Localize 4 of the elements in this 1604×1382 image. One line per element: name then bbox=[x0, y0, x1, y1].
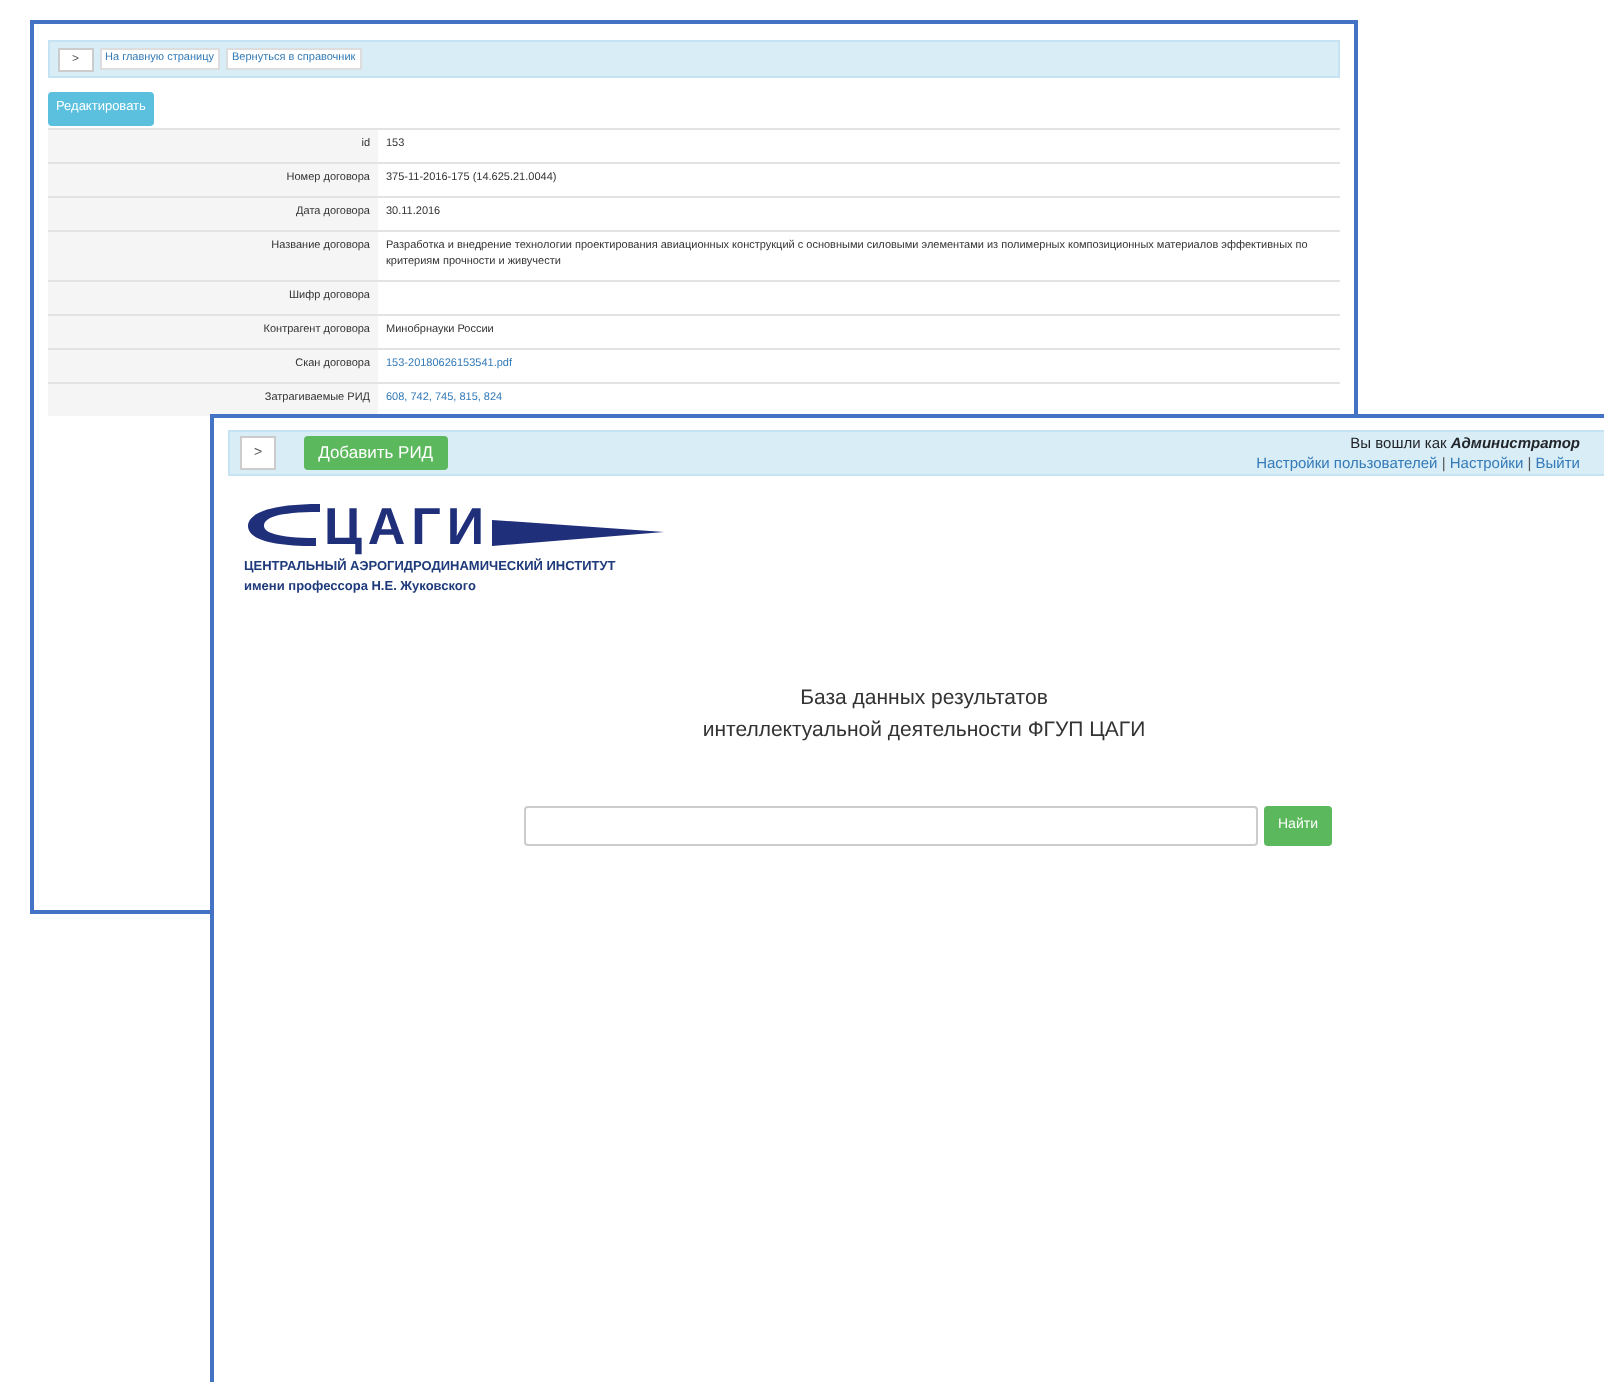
page-title: интеллектуальной деятельности ФГУП ЦАГИ bbox=[700, 715, 1148, 746]
add-button[interactable]: Добавить РИД bbox=[304, 436, 448, 470]
page-title: База данных результатов bbox=[798, 683, 1050, 713]
search-field[interactable] bbox=[524, 806, 1258, 847]
